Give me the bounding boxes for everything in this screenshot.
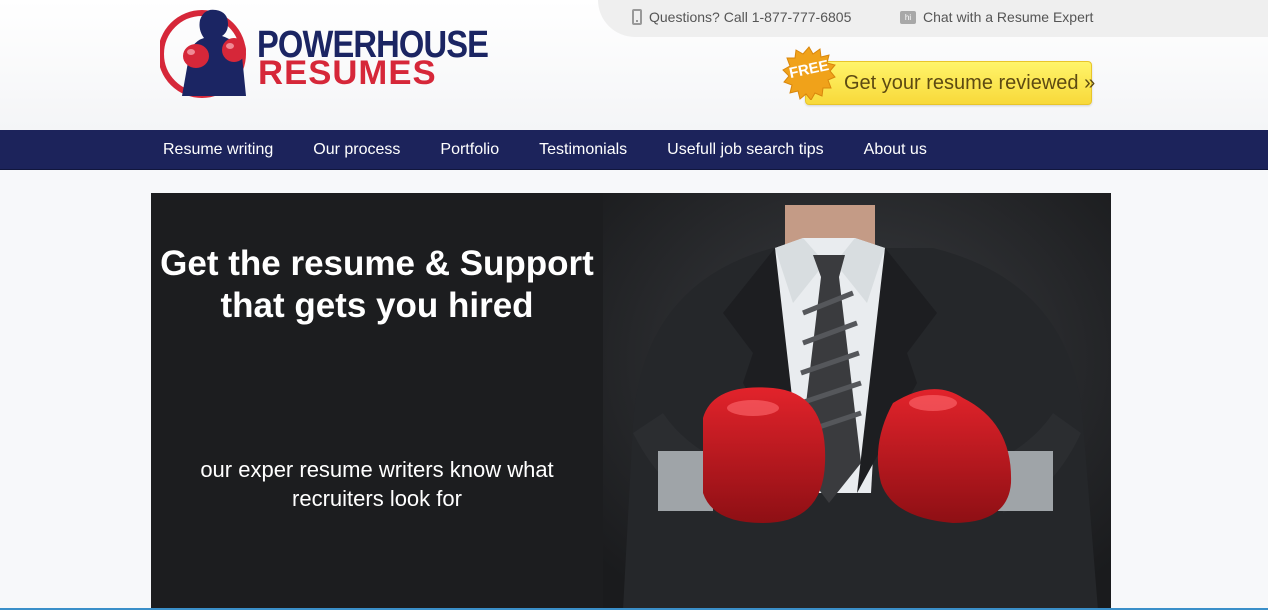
site-header: POWERHOUSE RESUMES Questions? Call 1-877… [0,0,1268,130]
hero-headline: Get the resume & Support that gets you h… [151,243,603,327]
phone-contact-label: Questions? Call 1-877-777-6805 [649,9,852,25]
chat-link[interactable]: hi Chat with a Resume Expert [900,9,1093,25]
nav-item-testimonials[interactable]: Testimonials [539,130,627,170]
hero-subtext: our exper resume writers know what recru… [151,455,603,513]
logo-text-resumes: RESUMES [258,54,437,92]
mobile-phone-icon [632,9,642,25]
contact-bar: Questions? Call 1-877-777-6805 hi Chat w… [598,0,1268,37]
site-logo[interactable]: POWERHOUSE RESUMES [160,4,489,104]
hero-headline-line2: that gets you hired [220,286,534,325]
chat-bubble-icon: hi [900,10,916,24]
cta-label: Get your resume reviewed » [844,72,1096,94]
main-nav: Resume writing Our process Portfolio Tes… [0,130,1268,170]
nav-item-our-process[interactable]: Our process [313,130,400,170]
phone-contact[interactable]: Questions? Call 1-877-777-6805 [632,9,851,25]
free-badge: FREE [782,46,836,101]
get-resume-reviewed-button[interactable]: Get your resume reviewed » [805,61,1096,105]
hero-subtext-line1: our exper resume writers know what [200,457,554,482]
nav-item-portfolio[interactable]: Portfolio [440,130,499,170]
nav-item-about-us[interactable]: About us [864,130,927,170]
hero-banner: Get the resume & Support that gets you h… [151,193,1111,610]
hero-subtext-line2: recruiters look for [292,486,462,511]
hero-headline-line1: Get the resume & Support [160,244,594,283]
businessman-boxing-gloves-image [603,193,1111,610]
boxer-emblem-icon [160,9,246,98]
chat-link-label: Chat with a Resume Expert [923,9,1094,25]
nav-item-job-search-tips[interactable]: Usefull job search tips [667,130,824,170]
nav-item-resume-writing[interactable]: Resume writing [163,130,273,170]
